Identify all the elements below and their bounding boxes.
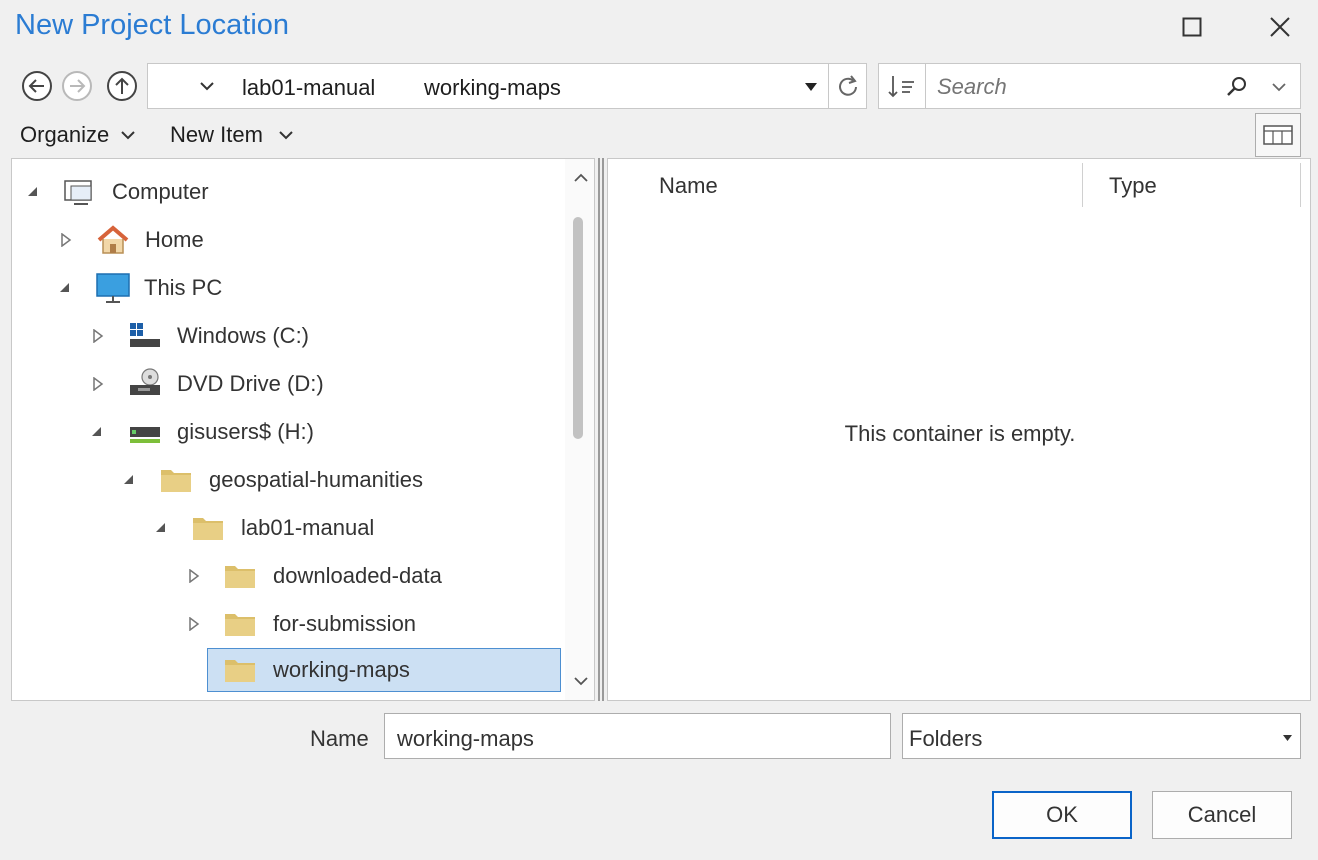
name-input[interactable]: working-maps	[384, 713, 891, 759]
tree-label: This PC	[144, 275, 223, 300]
column-header-row: Name Type	[608, 159, 1310, 207]
scroll-up-icon[interactable]	[574, 173, 588, 182]
home-icon	[97, 225, 129, 254]
organize-label: Organize	[20, 122, 110, 147]
monitor-icon	[96, 273, 130, 303]
address-bar[interactable]: lab01-manual working-maps	[147, 63, 867, 109]
tree-item-for-submission[interactable]: for-submission	[12, 601, 572, 647]
collapsed-arrow-icon[interactable]	[92, 377, 106, 391]
tree-item-computer[interactable]: Computer	[12, 169, 572, 215]
back-arrow-icon	[28, 79, 44, 93]
expanded-arrow-icon[interactable]	[26, 185, 40, 199]
new-item-menu[interactable]: New Item	[170, 122, 293, 148]
dialog-title: New Project Location	[15, 9, 290, 41]
name-input-value: working-maps	[397, 726, 534, 751]
folder-icon	[193, 518, 223, 540]
refresh-icon[interactable]	[836, 74, 862, 100]
name-label: Name	[310, 726, 369, 751]
tree-item-home[interactable]: Home	[12, 217, 572, 263]
collapsed-arrow-icon[interactable]	[60, 233, 74, 247]
up-arrow-icon	[115, 77, 129, 94]
tree-item-windows-drive[interactable]: Windows (C:)	[12, 313, 572, 359]
tree-item-working-maps-selected[interactable]: working-maps	[207, 648, 561, 692]
column-header-name[interactable]: Name	[659, 173, 718, 199]
tree-label: gisusers$ (H:)	[177, 419, 314, 444]
folder-icon	[225, 660, 255, 682]
folder-icon	[161, 470, 191, 492]
file-type-value: Folders	[909, 726, 983, 751]
expanded-arrow-icon[interactable]	[90, 425, 104, 439]
collapsed-arrow-icon[interactable]	[188, 569, 202, 583]
sort-icon[interactable]	[888, 74, 918, 100]
collapsed-arrow-icon[interactable]	[188, 617, 202, 631]
chevron-down-icon[interactable]	[1272, 83, 1286, 92]
scroll-down-icon[interactable]	[574, 677, 588, 686]
maximize-button[interactable]	[1174, 10, 1210, 44]
tree-scrollbar[interactable]	[565, 159, 594, 700]
close-icon	[1270, 17, 1290, 37]
breadcrumb-working-maps[interactable]: working-maps	[424, 75, 561, 101]
tree-label: for-submission	[273, 611, 417, 636]
tree-label: Computer	[112, 179, 209, 204]
tree-item-downloaded-data[interactable]: downloaded-data	[12, 553, 572, 599]
windows-drive-icon	[130, 323, 160, 347]
ok-button[interactable]: OK	[992, 791, 1132, 839]
tree-item-geospatial-humanities[interactable]: geospatial-humanities	[12, 457, 572, 503]
tree-item-this-pc[interactable]: This PC	[12, 265, 572, 311]
pane-splitter[interactable]	[596, 158, 607, 701]
tree-label: working-maps	[273, 657, 410, 682]
tree-label: lab01-manual	[241, 515, 375, 540]
expanded-arrow-icon[interactable]	[58, 281, 72, 295]
forward-arrow-icon	[70, 79, 86, 93]
expanded-arrow-icon[interactable]	[122, 473, 136, 487]
scrollbar-thumb[interactable]	[573, 217, 583, 439]
tree-label: Windows (C:)	[177, 323, 310, 348]
chevron-down-icon	[121, 130, 135, 139]
chevron-down-icon	[279, 130, 293, 139]
tree-label: Home	[145, 227, 204, 252]
view-options-button[interactable]	[1255, 113, 1301, 157]
details-pane-icon	[1263, 125, 1293, 145]
tree-item-network-drive[interactable]: gisusers$ (H:)	[12, 409, 572, 455]
tree-item-dvd-drive[interactable]: DVD Drive (D:)	[12, 361, 572, 407]
tree-item-lab01-manual[interactable]: lab01-manual	[12, 505, 572, 551]
up-button[interactable]	[107, 71, 137, 101]
folder-icon	[225, 614, 255, 636]
file-type-select[interactable]: Folders	[902, 713, 1301, 759]
dvd-drive-icon	[130, 368, 160, 395]
tree-label: DVD Drive (D:)	[177, 371, 324, 396]
new-item-label: New Item	[170, 122, 263, 147]
search-icon[interactable]	[1225, 75, 1249, 99]
search-box[interactable]	[878, 63, 1301, 109]
folder-tree[interactable]: Computer Home This PC Windows (C:) DVD D…	[11, 158, 595, 701]
chevron-down-icon	[200, 82, 214, 91]
cancel-button[interactable]: Cancel	[1152, 791, 1292, 839]
folder-icon	[225, 566, 255, 588]
network-drive-icon	[130, 427, 160, 443]
column-header-type[interactable]: Type	[1109, 173, 1157, 199]
expanded-arrow-icon[interactable]	[154, 521, 168, 535]
breadcrumb-lab01-manual[interactable]: lab01-manual	[242, 75, 375, 101]
tree-label: downloaded-data	[273, 563, 442, 588]
computer-icon	[64, 180, 92, 205]
collapsed-arrow-icon[interactable]	[92, 329, 106, 343]
organize-menu[interactable]: Organize	[20, 122, 135, 148]
tree-label: geospatial-humanities	[209, 467, 424, 492]
dropdown-arrow-icon	[1283, 735, 1292, 741]
search-input[interactable]	[935, 71, 1209, 103]
maximize-icon	[1182, 17, 1202, 37]
back-button[interactable]	[22, 71, 52, 101]
dropdown-arrow-icon[interactable]	[805, 83, 817, 91]
close-button[interactable]	[1262, 10, 1298, 44]
empty-message: This container is empty.	[844, 421, 1076, 446]
content-pane[interactable]: Name Type This container is empty.	[607, 158, 1311, 701]
forward-button[interactable]	[62, 71, 92, 101]
